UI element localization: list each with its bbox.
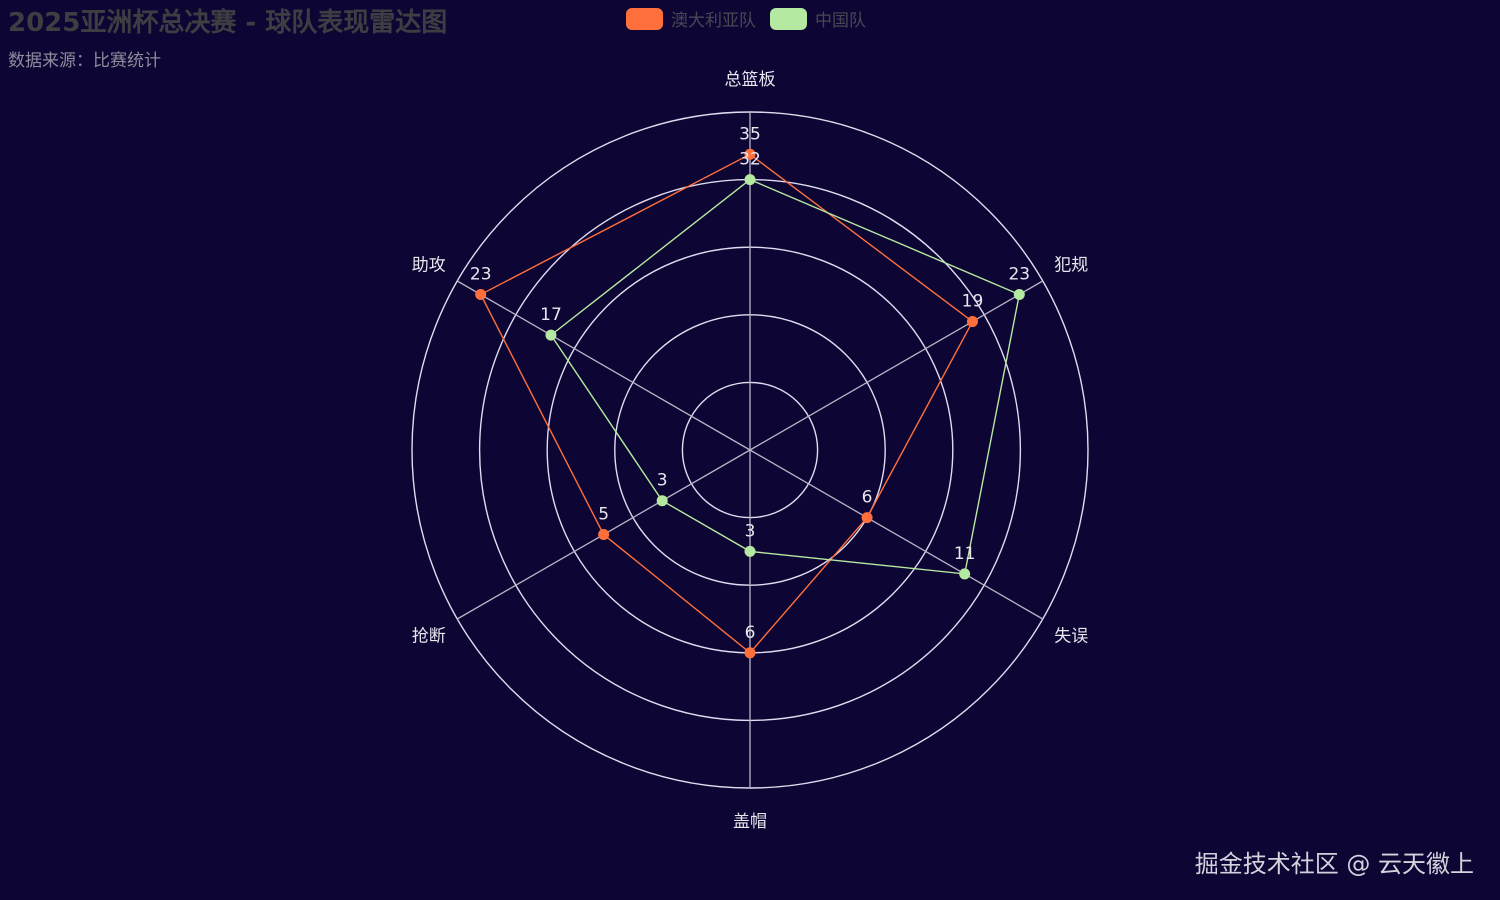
axis-label-3: 盖帽 — [733, 812, 767, 832]
value-label-0-2: 6 — [862, 488, 873, 508]
chart-page: 2025亚洲杯总决赛 - 球队表现雷达图 数据来源：比赛统计 澳大利亚队 中国队… — [0, 0, 1500, 900]
axis-label-1: 犯规 — [1054, 256, 1088, 276]
value-label-0-0: 35 — [739, 124, 761, 144]
value-label-1-0: 32 — [739, 150, 761, 170]
data-point-1-5[interactable] — [545, 329, 557, 341]
value-label-0-3: 6 — [745, 623, 756, 643]
value-label-1-5: 17 — [540, 305, 562, 325]
data-point-0-4[interactable] — [598, 529, 610, 540]
value-label-0-4: 5 — [598, 505, 609, 525]
radar-axis-line — [749, 449, 1044, 620]
series-area-0 — [479, 153, 974, 654]
value-label-1-4: 3 — [657, 471, 668, 491]
watermark: 掘金技术社区 @ 云天徽上 — [1194, 850, 1474, 878]
radar-chart: 总篮板犯规失误盖帽 抢断 助攻 35 19 6 6 5 23 32 23 11 3 3 17 — [411, 70, 1089, 832]
radar-axis-line — [749, 280, 1044, 451]
data-point-0-2[interactable] — [861, 512, 873, 524]
data-point-1-2[interactable] — [959, 568, 971, 580]
series-area-1 — [550, 178, 1021, 575]
axis-label-2: 失误 — [1054, 627, 1088, 647]
axis-label-5: 助攻 — [412, 256, 446, 276]
axis-label-0: 总篮板 — [725, 70, 776, 90]
data-point-1-3[interactable] — [744, 545, 756, 557]
data-point-1-4[interactable] — [656, 495, 668, 507]
data-point-1-1[interactable] — [1013, 289, 1025, 301]
value-label-1-2: 11 — [954, 544, 976, 564]
data-point-0-1[interactable] — [966, 316, 978, 328]
value-label-0-1: 19 — [962, 292, 984, 312]
value-label-1-1: 23 — [1008, 265, 1030, 285]
radar-axis-line — [456, 280, 751, 451]
data-point-1-0[interactable] — [744, 174, 756, 186]
axis-label-4: 抢断 — [412, 627, 446, 647]
data-point-0-3[interactable] — [744, 647, 756, 659]
value-label-1-3: 3 — [745, 521, 756, 541]
value-label-0-5: 23 — [470, 265, 492, 285]
data-point-0-5[interactable] — [475, 289, 487, 301]
